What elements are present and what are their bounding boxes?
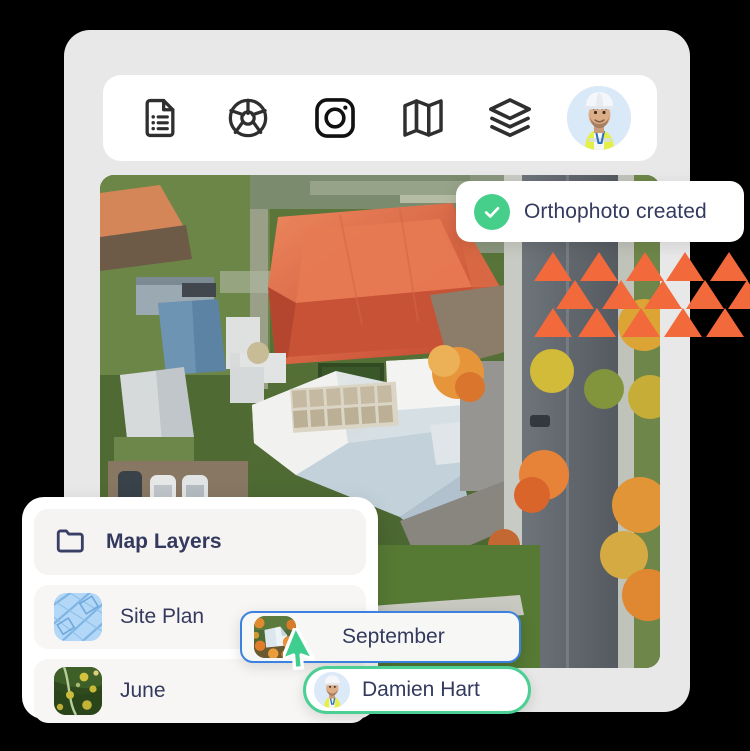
camera-icon-button[interactable] xyxy=(304,87,366,149)
app-toolbar xyxy=(103,75,657,161)
triangle-marker xyxy=(706,308,744,337)
triangle-marker xyxy=(602,280,640,309)
triangle-marker xyxy=(626,252,664,281)
september-aerial-thumbnail xyxy=(254,616,296,658)
document-list-icon-button[interactable] xyxy=(129,87,191,149)
layers-icon xyxy=(487,95,533,141)
triangle-marker xyxy=(578,308,616,337)
aperture-icon xyxy=(225,95,271,141)
triangle-marker xyxy=(686,280,724,309)
user-presence-name: Damien Hart xyxy=(362,678,480,701)
september-layer-chip[interactable]: September xyxy=(240,611,521,663)
triangle-marker xyxy=(644,280,682,309)
triangle-marker xyxy=(556,280,594,309)
triangle-marker xyxy=(728,280,750,309)
triangle-marker xyxy=(622,308,660,337)
status-toast: Orthophoto created xyxy=(456,181,744,242)
user-presence-pill[interactable]: Damien Hart xyxy=(303,666,531,714)
user-avatar xyxy=(314,672,350,708)
check-circle-icon xyxy=(474,193,510,230)
camera-icon xyxy=(312,95,358,141)
triangle-marker-overlay xyxy=(534,252,750,338)
triangle-marker xyxy=(664,308,702,337)
layers-icon-button[interactable] xyxy=(479,87,541,149)
map-layers-header: Map Layers xyxy=(34,509,366,575)
aperture-icon-button[interactable] xyxy=(217,87,279,149)
map-icon xyxy=(400,95,446,141)
triangle-marker xyxy=(710,252,748,281)
avatar[interactable] xyxy=(566,86,631,150)
september-layer-label: September xyxy=(342,625,445,648)
avatar-image xyxy=(566,86,631,150)
june-aerial-thumbnail xyxy=(54,667,102,715)
layer-label-site-plan: Site Plan xyxy=(120,605,205,628)
layer-label-june: June xyxy=(120,679,166,702)
map-layers-title: Map Layers xyxy=(106,530,222,553)
triangle-marker xyxy=(534,252,572,281)
map-icon-button[interactable] xyxy=(392,87,454,149)
site-plan-thumbnail xyxy=(54,593,102,641)
triangle-marker xyxy=(666,252,704,281)
triangle-marker xyxy=(580,252,618,281)
triangle-marker xyxy=(534,308,572,337)
screenshot-root: Orthophoto created Map Layers Site Plan … xyxy=(0,0,750,751)
status-toast-message: Orthophoto created xyxy=(524,199,707,223)
folder-icon xyxy=(54,523,88,562)
document-list-icon xyxy=(138,96,182,140)
